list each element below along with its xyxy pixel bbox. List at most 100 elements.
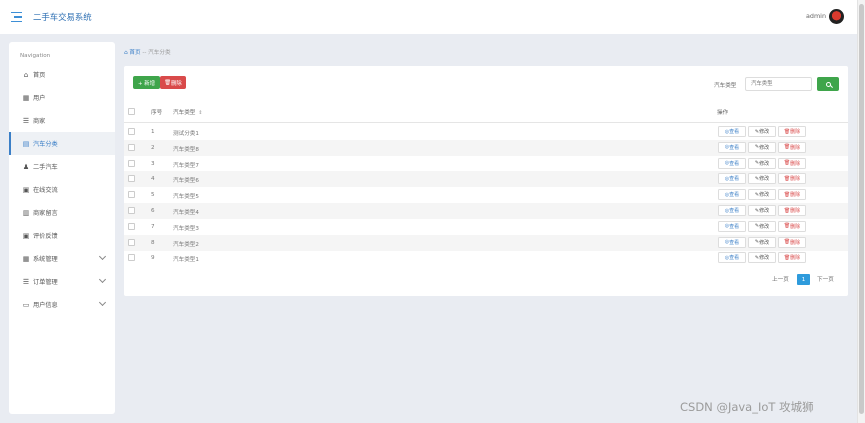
row-checkbox[interactable] xyxy=(128,175,135,183)
chevron-down-icon[interactable] xyxy=(98,298,107,307)
sidebar-item-0[interactable]: ⌂ 首页 xyxy=(9,63,115,86)
edit-button[interactable]: ✎ 修改 xyxy=(748,157,776,169)
sidebar-item-7[interactable]: ▣ 评价反馈 xyxy=(9,224,115,247)
view-button-label: 查看 xyxy=(729,160,740,167)
avatar[interactable] xyxy=(829,9,844,24)
edit-button-label: 修改 xyxy=(759,192,770,199)
row-delete-button[interactable]: 🗑 删除 xyxy=(778,126,806,137)
edit-button[interactable]: ✎ 修改 xyxy=(748,205,776,216)
row-checkbox[interactable] xyxy=(128,254,135,262)
sidebar-item-6[interactable]: ▥ 商家留言 xyxy=(9,201,115,224)
edit-button-label: 修改 xyxy=(759,208,770,214)
edit-button[interactable]: ✎ 修改 xyxy=(748,141,776,153)
sidebar-item-3[interactable]: ▤ 汽车分类 xyxy=(9,132,115,155)
row-index: 8 xyxy=(151,239,155,246)
row-checkbox[interactable] xyxy=(128,207,135,214)
sidebar-item-8[interactable]: ▦ 系统管理 xyxy=(9,247,115,270)
row-checkbox[interactable] xyxy=(128,222,135,230)
row-type: 汽车类型5 xyxy=(173,194,199,201)
sidebar-item-9[interactable]: ☰ 订单管理 xyxy=(9,270,115,293)
row-checkbox[interactable] xyxy=(128,238,135,246)
view-button[interactable]: ◎ 查看 xyxy=(718,126,746,137)
delete-button-label: 删除 xyxy=(171,80,182,87)
row-type: 汽车类型4 xyxy=(173,210,199,216)
edit-button[interactable]: ✎ 修改 xyxy=(748,126,776,137)
table-row: 6 汽车类型4 ◎ 查看 ✎ 修改 🗑 删除 xyxy=(124,203,848,219)
view-button[interactable]: ◎ 查看 xyxy=(718,236,746,248)
table-row: 7 汽车类型3 ◎ 查看 ✎ 修改 🗑 删除 xyxy=(124,219,848,235)
search-button[interactable] xyxy=(817,77,839,91)
row-delete-button[interactable]: 🗑 删除 xyxy=(778,173,806,185)
row-delete-button[interactable]: 🗑 删除 xyxy=(778,252,806,264)
view-button-label: 查看 xyxy=(729,129,740,135)
view-button[interactable]: ◎ 查看 xyxy=(718,141,746,153)
pagination-next[interactable]: 下一页 xyxy=(817,275,834,283)
row-delete-button-label: 删除 xyxy=(790,176,801,183)
sidebar-item-4[interactable]: ♟ 二手汽车 xyxy=(9,155,115,178)
scrollbar-thumb[interactable] xyxy=(859,4,864,414)
select-all-checkbox[interactable] xyxy=(128,108,135,115)
column-actions: 操作 xyxy=(717,110,729,116)
row-delete-button[interactable]: 🗑 删除 xyxy=(778,205,806,216)
table-row: 2 汽车类型8 ◎ 查看 ✎ 修改 🗑 删除 xyxy=(124,139,848,156)
row-checkbox[interactable] xyxy=(128,159,135,167)
view-button[interactable]: ◎ 查看 xyxy=(718,157,746,169)
chevron-down-icon[interactable] xyxy=(98,275,107,284)
row-delete-button[interactable]: 🗑 删除 xyxy=(778,236,806,248)
nav-title: Navigation xyxy=(20,53,51,59)
row-checkbox[interactable] xyxy=(128,128,135,135)
view-button-label: 查看 xyxy=(729,239,740,246)
feedback-icon: ▣ xyxy=(22,231,30,240)
sort-icon[interactable]: ⇕ xyxy=(198,110,202,116)
row-index: 2 xyxy=(151,144,155,151)
view-button-label: 查看 xyxy=(729,223,740,230)
row-type: 汽车类型2 xyxy=(173,241,199,248)
breadcrumb-home-icon[interactable]: ⌂ xyxy=(124,50,128,56)
sidebar-item-label: 二手汽车 xyxy=(33,164,58,171)
view-button[interactable]: ◎ 查看 xyxy=(718,220,746,232)
edit-button[interactable]: ✎ 修改 xyxy=(748,173,776,185)
row-checkbox[interactable] xyxy=(128,191,135,199)
row-checkbox[interactable] xyxy=(128,143,135,151)
user-name[interactable]: admin xyxy=(806,12,826,20)
sidebar-item-2[interactable]: ☰ 商家 xyxy=(9,109,115,132)
sidebar-item-label: 商家留言 xyxy=(33,210,58,217)
search-input[interactable] xyxy=(745,77,812,91)
row-type: 汽车类型8 xyxy=(173,146,199,153)
view-button[interactable]: ◎ 查看 xyxy=(718,189,746,201)
edit-button[interactable]: ✎ 修改 xyxy=(748,189,776,201)
system-icon: ▦ xyxy=(22,254,30,263)
view-button[interactable]: ◎ 查看 xyxy=(718,205,746,216)
row-index: 5 xyxy=(151,192,155,199)
row-delete-button[interactable]: 🗑 删除 xyxy=(778,220,806,232)
view-button-label: 查看 xyxy=(729,144,740,151)
sidebar-item-5[interactable]: ▣ 在线交流 xyxy=(9,178,115,201)
view-button[interactable]: ◎ 查看 xyxy=(718,173,746,185)
sidebar-item-label: 评价反馈 xyxy=(33,233,58,240)
row-delete-button[interactable]: 🗑 删除 xyxy=(778,189,806,201)
chevron-down-icon[interactable] xyxy=(98,252,107,261)
sidebar-item-10[interactable]: ▭ 用户信息 xyxy=(9,293,115,316)
column-type[interactable]: 汽车类型 ⇕ xyxy=(173,108,203,116)
row-type: 汽车类型7 xyxy=(173,162,199,169)
view-button[interactable]: ◎ 查看 xyxy=(718,252,746,264)
sidebar-item-label: 用户 xyxy=(33,95,46,102)
edit-button[interactable]: ✎ 修改 xyxy=(748,252,776,264)
delete-button[interactable]: 🗑 删除 xyxy=(160,76,186,89)
pagination-current[interactable]: 1 xyxy=(797,274,810,285)
pagination-prev[interactable]: 上一页 xyxy=(772,275,789,283)
row-delete-button[interactable]: 🗑 删除 xyxy=(778,157,806,169)
add-button[interactable]: + 新增 xyxy=(133,76,160,89)
breadcrumb: ⌂ 首页 -- 汽车分类 xyxy=(124,48,171,56)
row-delete-button[interactable]: 🗑 删除 xyxy=(778,141,806,153)
breadcrumb-home[interactable]: 首页 xyxy=(129,50,140,56)
edit-button[interactable]: ✎ 修改 xyxy=(748,236,776,248)
column-type-label: 汽车类型 xyxy=(173,110,196,116)
vertical-scrollbar[interactable] xyxy=(857,0,865,423)
sidebar-item-1[interactable]: ▦ 用户 xyxy=(9,86,115,109)
edit-button-label: 修改 xyxy=(759,239,770,246)
app-title: 二手车交易系统 xyxy=(33,12,92,22)
edit-button[interactable]: ✎ 修改 xyxy=(748,220,776,232)
content-card: + 新增 🗑删除 汽车类型 序号 汽车类型⇕ 操作 1测试分类1◎查看✎修改🗑删… xyxy=(124,66,848,296)
menu-toggle-icon[interactable] xyxy=(11,12,24,22)
